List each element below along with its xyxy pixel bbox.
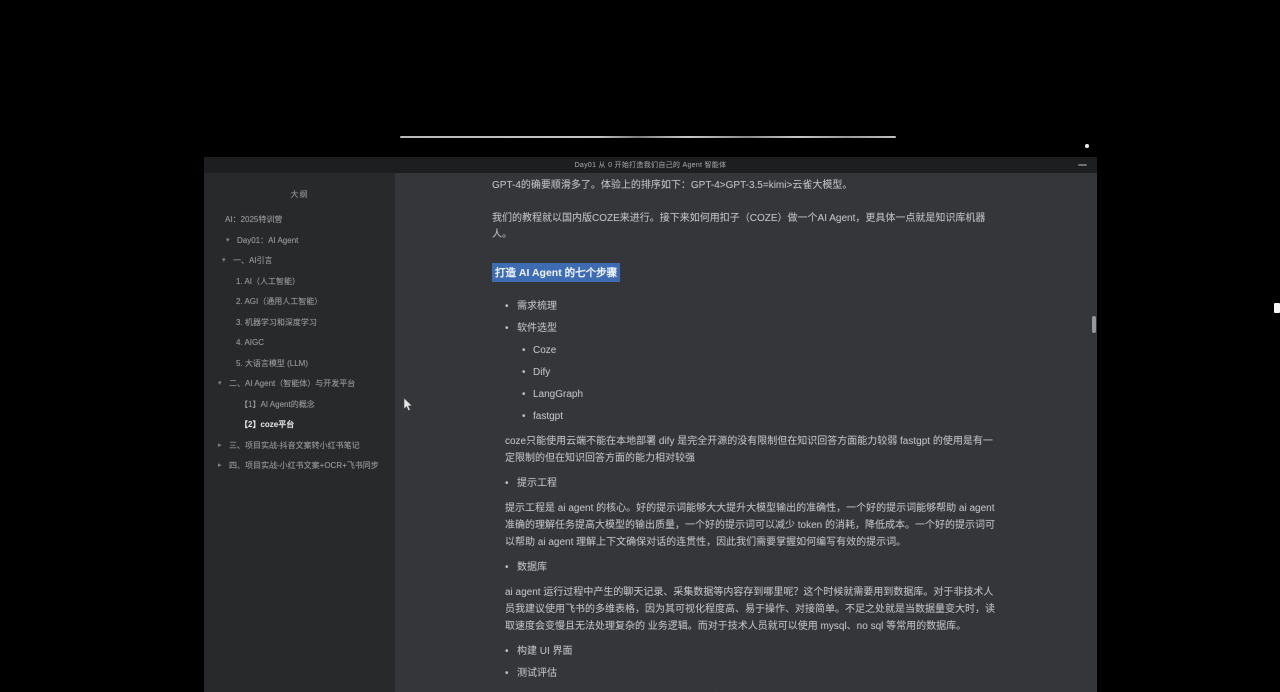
sidebar-item-agent-platforms[interactable]: ▾ 二、AI Agent（智能体）与开发平台 xyxy=(204,378,395,390)
outline-title: 大纲 xyxy=(290,190,309,199)
sidebar-item-llm[interactable]: 5. 大语言模型 (LLM) xyxy=(204,358,395,370)
sidebar-item-label: 5. 大语言模型 (LLM) xyxy=(236,358,309,368)
sidebar-item-label: 3. 机器学习和深度学习 xyxy=(236,317,317,327)
list-item-label: LangGraph xyxy=(533,389,584,400)
sidebar-item-label: 一、AI引言 xyxy=(233,256,273,265)
list-item-requirements: 需求梳理 xyxy=(492,301,1005,313)
list-item-label: 软件选型 xyxy=(517,323,557,334)
sidebar-item-label: AI：2025特训营 xyxy=(225,215,283,224)
screen-edge-mark xyxy=(1274,303,1280,313)
list-item-label: 构建 UI 界面 xyxy=(517,646,573,657)
note-software-comparison: coze只能使用云端不能在本地部署 dify 是完全开源的没有限制但在知识回答方… xyxy=(505,436,993,464)
sidebar-item-label: 2. AGI（通用人工智能） xyxy=(236,297,323,306)
sidebar-item-label: 【2】coze平台 xyxy=(240,420,295,429)
list-item-coze: Coze xyxy=(492,345,1005,357)
sidebar-item-label: 二、AI Agent（智能体）与开发平台 xyxy=(229,379,356,388)
sidebar-item-label: 4. AIGC xyxy=(236,338,265,347)
mouse-cursor-icon xyxy=(403,397,413,417)
window-titlebar: Day01 从 0 开始打造我们自己的 Agent 智能体 xyxy=(204,157,1097,173)
sidebar-item-aigc[interactable]: 4. AIGC xyxy=(204,337,395,349)
sidebar-item-agent-concept[interactable]: 【1】AI Agent的概念 xyxy=(204,399,395,411)
list-item-langgraph: LangGraph xyxy=(492,389,1005,401)
sidebar-item-ml-dl[interactable]: 3. 机器学习和深度学习 xyxy=(204,317,395,329)
list-item-label: Dify xyxy=(533,367,551,378)
list-item-label: Coze xyxy=(533,345,557,356)
list-item-label: 需求梳理 xyxy=(517,301,557,312)
highlighted-heading-seven-steps: 打造 AI Agent 的七个步骤 xyxy=(492,263,621,282)
list-item-test-evaluation: 测试评估 xyxy=(492,668,1005,680)
sidebar-item-project-douyin[interactable]: ▸ 三、项目实战-抖音文案转小红书笔记 xyxy=(204,440,395,452)
note-prompt-engineering: 提示工程是 ai agent 的核心。好的提示词能够大大提升大模型输出的准确性，… xyxy=(505,503,996,548)
sidebar-item-project-ocr[interactable]: ▸ 四、项目实战-小红书文案+OCR+飞书同步 xyxy=(204,460,395,472)
sidebar-item-ai-bootcamp[interactable]: AI：2025特训营 xyxy=(204,214,395,226)
sidebar-item-agi[interactable]: 2. AGI（通用人工智能） xyxy=(204,296,395,308)
list-item-build-ui: 构建 UI 界面 xyxy=(492,646,1005,658)
collapse-arrow-icon[interactable]: ▾ xyxy=(226,235,230,247)
video-frame-background: Day01 从 0 开始打造我们自己的 Agent 智能体 大纲 AI：2025… xyxy=(0,0,1280,692)
sidebar-item-ai-intro[interactable]: ▾ 一、AI引言 xyxy=(204,255,395,267)
list-item-label: 提示工程 xyxy=(517,478,557,489)
sidebar-item-label: 【1】AI Agent的概念 xyxy=(240,399,315,409)
window-top-edge-line xyxy=(400,136,896,138)
sidebar-item-coze-platform[interactable]: 【2】coze平台 xyxy=(204,419,395,431)
small-dot xyxy=(1085,144,1089,148)
list-item-dify: Dify xyxy=(492,367,1005,379)
document-app-window: Day01 从 0 开始打造我们自己的 Agent 智能体 大纲 AI：2025… xyxy=(204,157,1097,692)
vertical-scrollbar-thumb[interactable] xyxy=(1092,316,1096,333)
collapse-arrow-icon[interactable]: ▾ xyxy=(222,255,226,267)
outline-sidebar: 大纲 AI：2025特训营 ▾ Day01：AI Agent ▾ 一、AI引言 … xyxy=(204,173,395,692)
collapse-arrow-icon[interactable]: ▸ xyxy=(218,440,222,452)
list-item-prompt-engineering: 提示工程 xyxy=(492,478,1005,490)
list-item-label: fastgpt xyxy=(533,411,564,422)
sidebar-item-label: 四、项目实战-小红书文案+OCR+飞书同步 xyxy=(229,461,379,470)
note-database: ai agent 运行过程中产生的聊天记录、采集数据等内容存到哪里呢？这个时候就… xyxy=(505,587,995,632)
document-content-pane[interactable]: GPT-4的确要顺滑多了。体验上的排序如下：GPT-4>GPT-3.5=kimi… xyxy=(395,173,1097,692)
list-item-fastgpt: fastgpt xyxy=(492,411,1005,423)
paragraph-coze-tutorial: 我们的教程就以国内版COZE来进行。接下来如何用扣子（COZE）做一个AI Ag… xyxy=(492,213,986,240)
collapse-arrow-icon[interactable]: ▸ xyxy=(218,460,222,472)
list-item-database: 数据库 xyxy=(492,562,1005,574)
sidebar-item-label: Day01：AI Agent xyxy=(237,235,299,245)
sidebar-item-label: 三、项目实战-抖音文案转小红书笔记 xyxy=(229,440,360,450)
sidebar-item-ai[interactable]: 1. AI（人工智能） xyxy=(204,276,395,288)
window-title: Day01 从 0 开始打造我们自己的 Agent 智能体 xyxy=(574,162,727,169)
list-item-software-selection: 软件选型 xyxy=(492,323,1005,335)
paragraph-gpt-ranking: GPT-4的确要顺滑多了。体验上的排序如下：GPT-4>GPT-3.5=kimi… xyxy=(492,180,853,191)
sidebar-item-label: 1. AI（人工智能） xyxy=(236,276,301,286)
minimize-icon[interactable] xyxy=(1078,164,1087,166)
list-item-label: 数据库 xyxy=(517,562,547,573)
sidebar-item-day01[interactable]: ▾ Day01：AI Agent xyxy=(204,235,395,247)
collapse-arrow-icon[interactable]: ▾ xyxy=(218,378,222,390)
list-item-label: 测试评估 xyxy=(517,668,557,679)
